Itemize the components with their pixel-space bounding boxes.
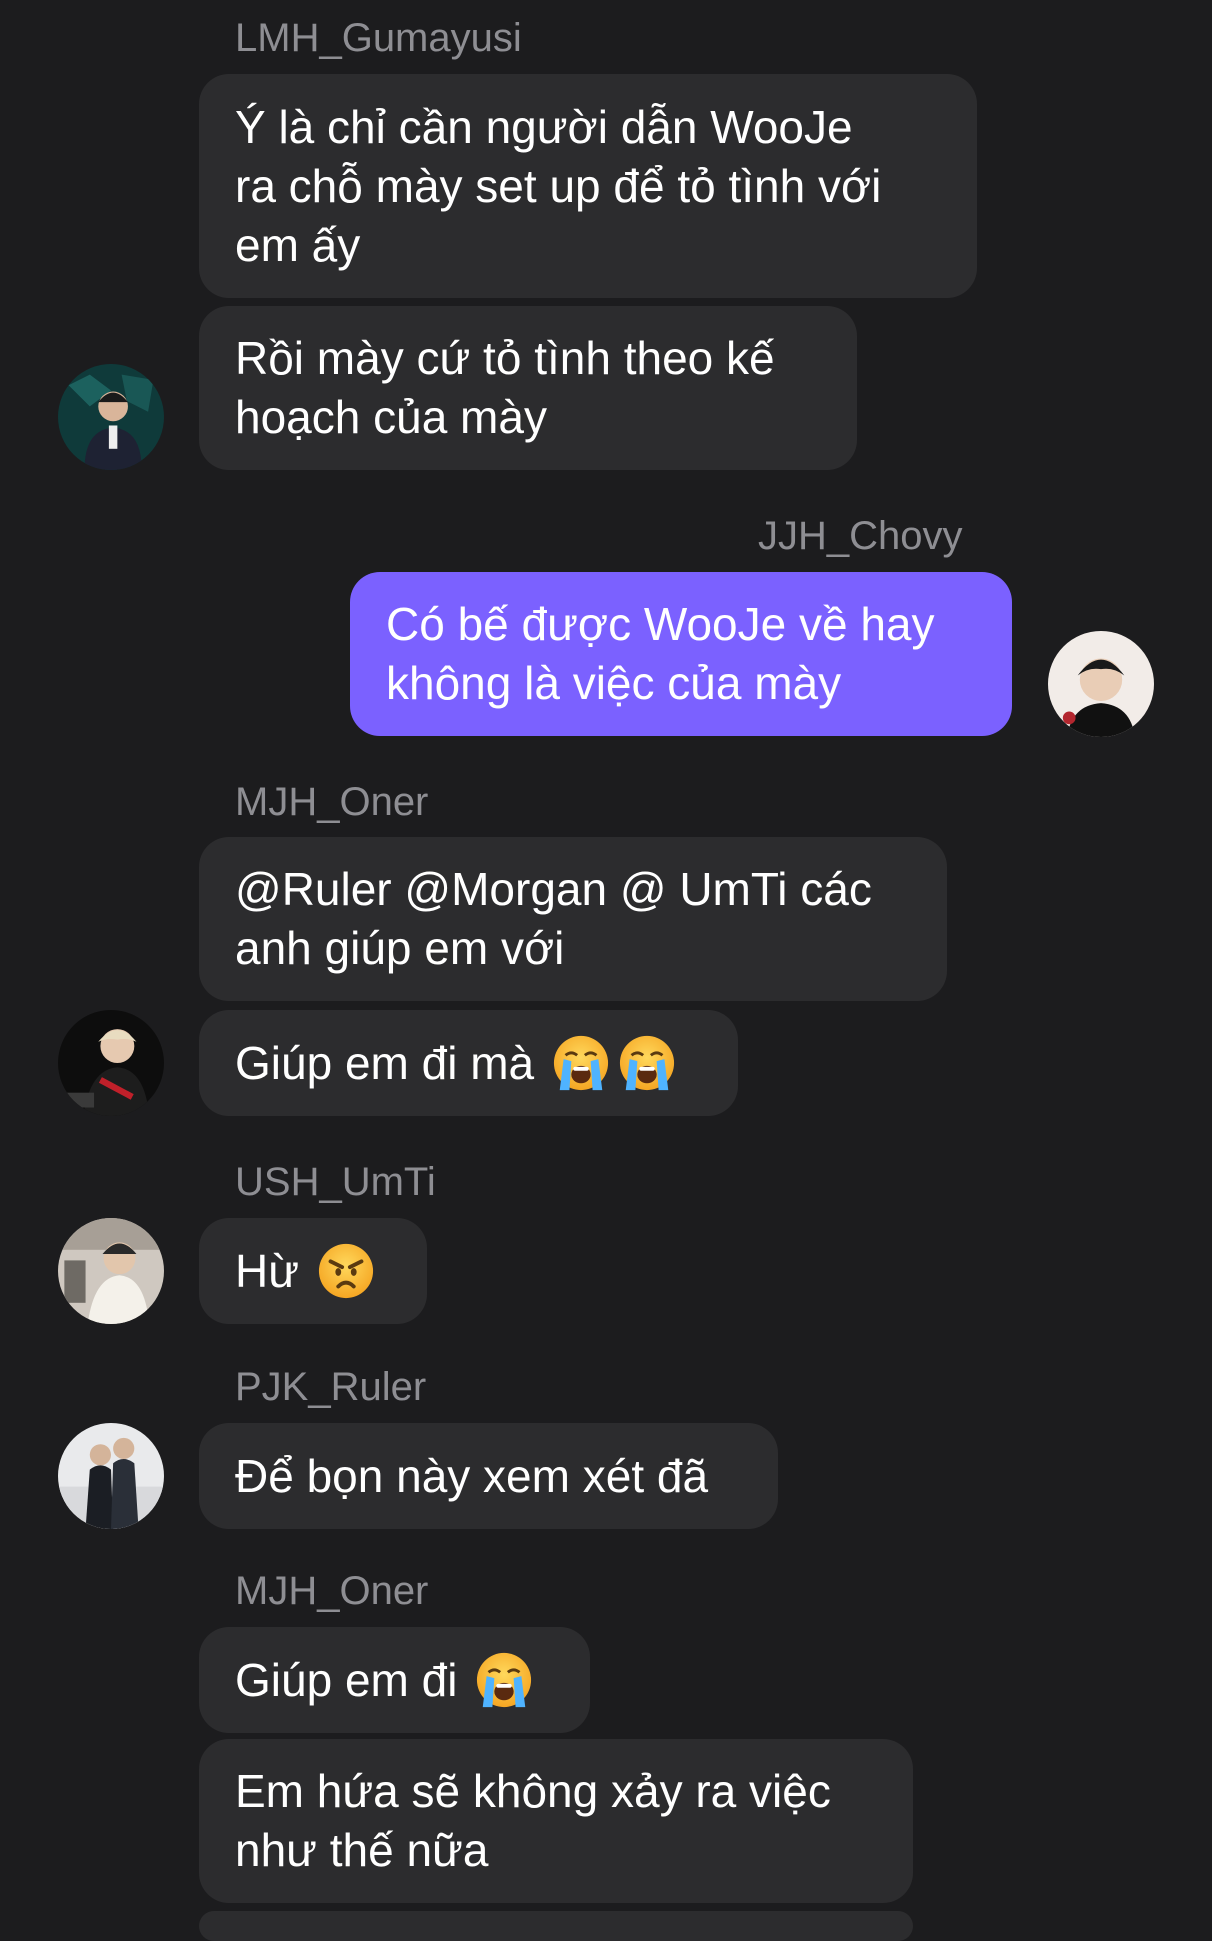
message-text: Giúp em đi xyxy=(235,1653,458,1706)
avatar-chovy[interactable] xyxy=(1048,631,1154,737)
loudly-crying-face-icon xyxy=(618,1034,676,1092)
loudly-crying-face-icon xyxy=(475,1651,533,1709)
message-text: @Ruler @Morgan @ UmTi các anh giúp em vớ… xyxy=(235,863,872,974)
loudly-crying-face-icon xyxy=(552,1034,610,1092)
sender-name: LMH_Gumayusi xyxy=(235,16,522,60)
message-text: Em hứa sẽ không xảy ra việc như thế nữa xyxy=(235,1765,831,1876)
angry-face-icon xyxy=(317,1242,375,1300)
sender-name: USH_UmTi xyxy=(235,1160,436,1204)
message-text: Hừ xyxy=(235,1244,300,1297)
message-bubble[interactable]: Để bọn này xem xét đã xyxy=(199,1423,778,1529)
avatar-ruler[interactable] xyxy=(58,1423,164,1529)
sender-name: PJK_Ruler xyxy=(235,1365,427,1409)
message-bubble[interactable]: Giúp em đi xyxy=(199,1627,590,1733)
avatar-umti[interactable] xyxy=(58,1218,164,1324)
message-text: Rồi mày cứ tỏ tình theo kế hoạch của mày xyxy=(235,332,775,443)
message-bubble[interactable]: Rồi mày cứ tỏ tình theo kế hoạch của mày xyxy=(199,306,857,470)
message-bubble[interactable]: Có bế được WooJe về hay không là việc củ… xyxy=(350,572,1012,736)
message-bubble-partial[interactable] xyxy=(199,1911,913,1941)
sender-name: MJH_Oner xyxy=(235,1569,429,1613)
message-bubble[interactable]: Ý là chỉ cần người dẫn WooJe ra chỗ mày … xyxy=(199,74,977,298)
message-bubble[interactable]: Em hứa sẽ không xảy ra việc như thế nữa xyxy=(199,1739,913,1903)
message-bubble[interactable]: Hừ xyxy=(199,1218,427,1324)
message-bubble[interactable]: @Ruler @Morgan @ UmTi các anh giúp em vớ… xyxy=(199,837,947,1001)
message-text: Để bọn này xem xét đã xyxy=(235,1449,709,1502)
sender-name: JJH_Chovy xyxy=(758,514,963,558)
avatar-gumayusi[interactable] xyxy=(58,364,164,470)
message-text: Có bế được WooJe về hay không là việc củ… xyxy=(386,598,935,709)
message-bubble[interactable]: Giúp em đi mà xyxy=(199,1010,738,1116)
message-text: Ý là chỉ cần người dẫn WooJe ra chỗ mày … xyxy=(235,100,882,271)
avatar-oner[interactable] xyxy=(58,1010,164,1116)
message-text: Giúp em đi mà xyxy=(235,1036,535,1089)
sender-name: MJH_Oner xyxy=(235,780,429,824)
